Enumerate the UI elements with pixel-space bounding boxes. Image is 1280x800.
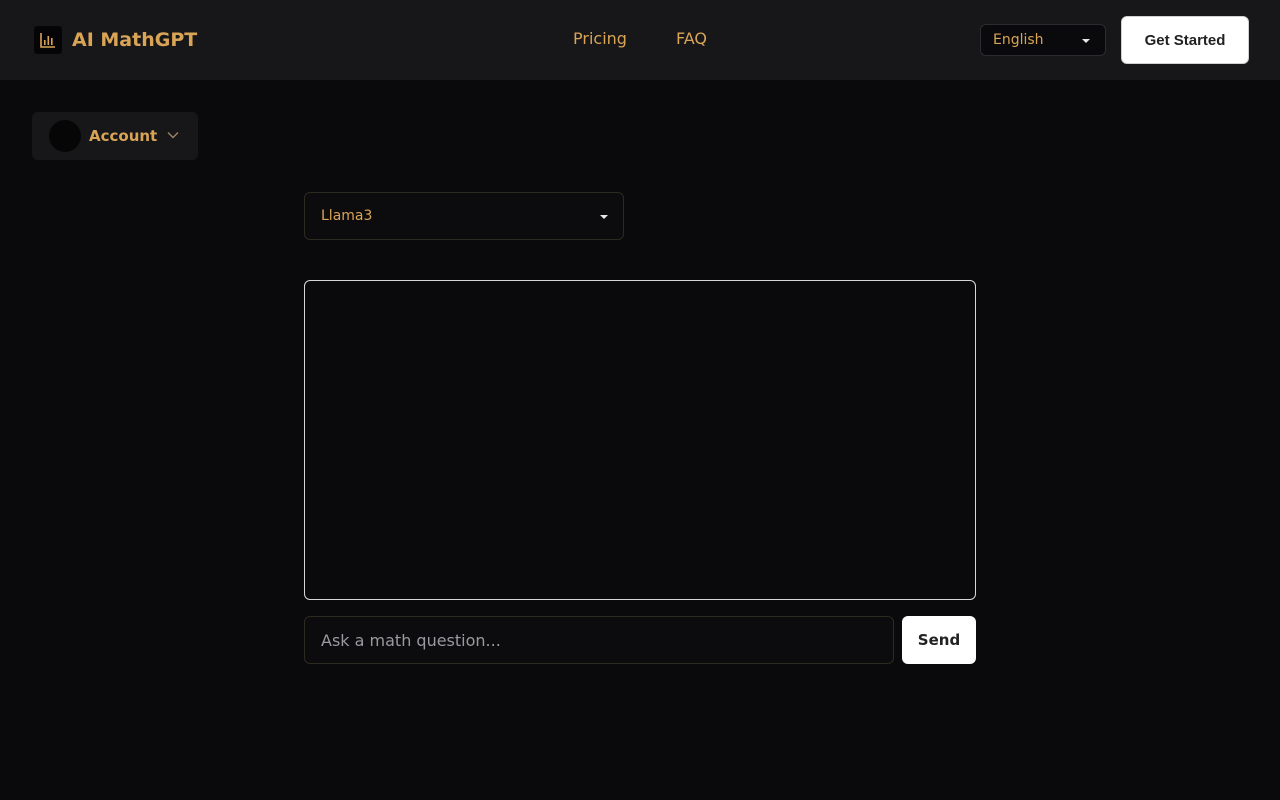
language-select-value: English [993,32,1044,48]
account-label: Account [89,127,158,145]
caret-down-icon [600,215,608,219]
question-input[interactable] [304,616,894,664]
model-select-value: Llama3 [321,208,373,224]
language-select[interactable]: English [980,24,1106,56]
logo[interactable]: AI MathGPT [34,26,197,54]
nav-link-faq[interactable]: FAQ [676,29,707,48]
avatar [49,120,81,152]
send-button[interactable]: Send [902,616,976,664]
caret-down-icon [1082,39,1090,43]
bar-chart-icon [34,26,62,54]
account-menu-button[interactable]: Account [32,112,198,160]
chevron-down-icon [167,132,179,139]
get-started-button[interactable]: Get Started [1121,16,1249,64]
model-select[interactable]: Llama3 [304,192,624,240]
chat-messages-panel[interactable] [304,280,976,600]
nav-link-pricing[interactable]: Pricing [573,29,627,48]
logo-text: AI MathGPT [72,29,198,51]
top-navigation-bar: AI MathGPT Pricing FAQ English Get Start… [0,0,1280,80]
